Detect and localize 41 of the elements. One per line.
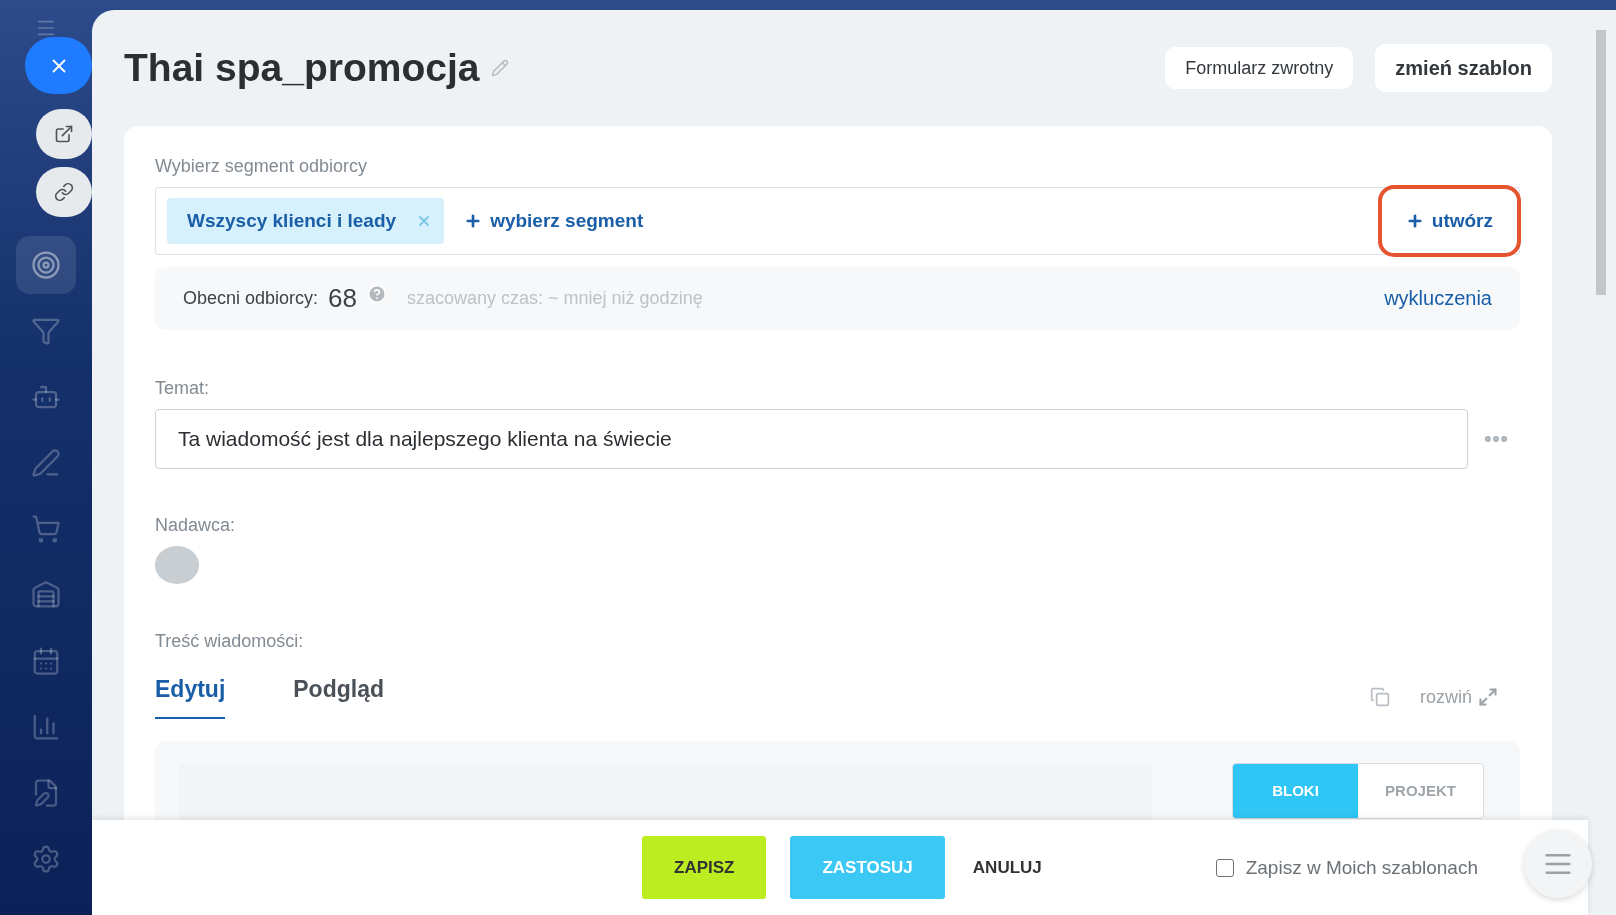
field-label: Temat: (155, 378, 211, 400)
select-segment-link[interactable]: wybierz segment (464, 210, 644, 232)
calendar-icon (31, 646, 61, 676)
tab[interactable]: Podgląd (293, 675, 384, 719)
expand-icon (1478, 687, 1498, 708)
field-label: Wybierz segment odbiorcy (155, 156, 368, 177)
footer-button[interactable]: ZAPISZ (642, 836, 767, 899)
pencil-icon (31, 448, 61, 478)
external-link-icon (54, 124, 74, 144)
scrollbar-thumb[interactable] (1596, 30, 1606, 295)
copy-icon[interactable] (1370, 687, 1390, 708)
copy-link-button[interactable] (36, 167, 92, 217)
create-link[interactable]: utwórz (1377, 185, 1521, 257)
header-button[interactable]: Formularz zwrotny (1165, 47, 1354, 89)
target-icon (31, 250, 61, 280)
settings-icon (31, 844, 61, 874)
filter-icon (31, 316, 61, 346)
cart-icon (31, 514, 61, 544)
avatar[interactable] (155, 546, 199, 584)
checkbox[interactable] (1215, 858, 1234, 877)
pencil-icon[interactable] (491, 59, 510, 77)
field-label: Nadawca: (155, 515, 237, 537)
exclusions-link[interactable]: wykluczenia (1384, 287, 1492, 311)
tag-label: Wszyscy klienci i leady (187, 210, 397, 232)
help-icon[interactable] (367, 283, 387, 304)
garage-icon (31, 580, 61, 610)
tab[interactable]: Edytuj (155, 675, 226, 719)
bar-chart-icon (31, 712, 61, 742)
link-icon (54, 182, 74, 202)
segment-field[interactable]: Wszyscy klienci i leady wybierz segment utwórz (155, 187, 1520, 255)
header-button[interactable]: zmień szablon (1375, 44, 1552, 92)
field-label: Treść wiadomości: (155, 630, 305, 652)
page-title: Thai spa_promocja (124, 46, 480, 90)
recipients-label: Obecni odbiorcy: (183, 288, 319, 310)
open-in-new-button[interactable] (36, 109, 92, 159)
estimate-text: szacowany czas: ~ mniej niż godzinę (407, 288, 703, 310)
subject-field[interactable]: Ta wiadomość jest dla najlepszego klienta na świecie (155, 409, 1468, 470)
recipients-count: 68 (328, 283, 357, 315)
close-button[interactable] (25, 37, 92, 94)
sidebar-item[interactable] (16, 236, 76, 294)
footer-button[interactable]: ANULUJ (968, 836, 1046, 899)
